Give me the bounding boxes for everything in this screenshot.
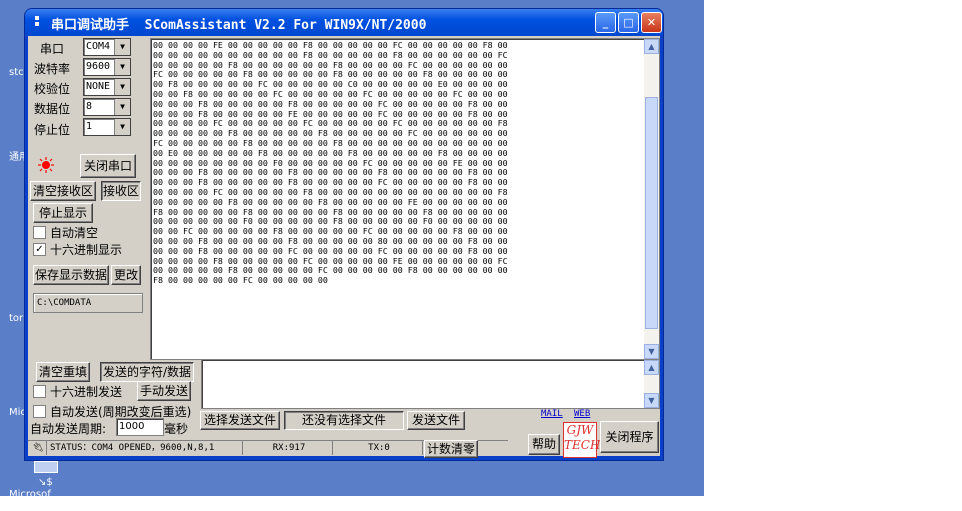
stopbits-label: 停止位: [34, 123, 71, 137]
help-button[interactable]: 帮助: [528, 434, 560, 455]
send-file-button[interactable]: 发送文件: [407, 411, 465, 430]
recv-area-button[interactable]: 接收区: [101, 181, 141, 201]
auto-clear-checkbox[interactable]: [33, 226, 46, 239]
scroll-up-icon[interactable]: ▲: [644, 360, 659, 375]
gjw-tech-logo: GJW TECH: [563, 422, 600, 458]
baud-label: 波特率: [34, 62, 71, 76]
scroll-down-icon[interactable]: ▼: [644, 344, 659, 359]
chevron-down-icon[interactable]: ▼: [114, 59, 130, 75]
mail-link[interactable]: MAIL: [541, 409, 563, 419]
auto-period-label: 自动发送周期:: [30, 422, 107, 436]
port-select[interactable]: COM4 ▼: [83, 38, 131, 56]
auto-period-input[interactable]: 1000: [116, 418, 164, 436]
web-link[interactable]: WEB: [574, 409, 590, 419]
select-file-button[interactable]: 选择发送文件: [200, 411, 280, 430]
desktop-icon-label[interactable]: Microsof: [9, 489, 51, 500]
port-label: 串口: [40, 42, 65, 56]
hex-display-checkbox[interactable]: ✓: [33, 243, 46, 256]
tx-count: TX:0: [336, 441, 423, 455]
receive-area[interactable]: 00 00 00 00 FE 00 00 00 00 00 F8 00 00 0…: [150, 38, 660, 360]
scroll-thumb[interactable]: [645, 97, 658, 329]
chevron-down-icon[interactable]: ▼: [114, 39, 130, 55]
databits-value: 8: [86, 101, 93, 112]
send-chars-button[interactable]: 发送的字符/数据: [100, 362, 194, 382]
status-text: STATUS：COM4 OPENED，9600,N,8,1: [50, 441, 243, 455]
parity-select[interactable]: NONE ▼: [83, 78, 131, 96]
send-input[interactable]: ▲ ▼: [201, 359, 660, 409]
hex-display-label: 十六进制显示: [50, 243, 123, 257]
app-icon: [33, 15, 41, 30]
change-path-button[interactable]: 更改: [111, 265, 141, 285]
selected-file-label: 还没有选择文件: [284, 411, 404, 430]
clear-recv-button[interactable]: 清空接收区: [30, 181, 96, 201]
app-window: 串口调试助手 SComAssistant V2.2 For WIN9X/NT/2…: [25, 9, 663, 460]
maximize-button[interactable]: □: [618, 12, 639, 33]
status-plug-icon: 🔌︎: [30, 441, 47, 455]
shortcut-arrow-icon: ↘$: [38, 477, 53, 488]
scroll-up-icon[interactable]: ▲: [644, 39, 659, 54]
chevron-down-icon[interactable]: ▼: [114, 79, 130, 95]
auto-send-checkbox[interactable]: [33, 405, 46, 418]
count-clear-button[interactable]: 计数清零: [424, 440, 478, 458]
port-status-led-icon: [38, 157, 54, 173]
scroll-down-icon[interactable]: ▼: [644, 393, 659, 408]
receive-scrollbar[interactable]: ▲ ▼: [644, 39, 659, 359]
window-title: 串口调试助手 SComAssistant V2.2 For WIN9X/NT/2…: [51, 18, 427, 33]
desktop-icon-label[interactable]: Mic: [9, 407, 26, 418]
save-display-button[interactable]: 保存显示数据: [33, 265, 109, 285]
baud-select[interactable]: 9600 ▼: [83, 58, 131, 76]
hex-send-label: 十六进制发送: [50, 385, 123, 399]
desktop-icon-label[interactable]: stc: [9, 67, 24, 78]
minimize-button[interactable]: _: [595, 12, 616, 33]
close-button[interactable]: ✕: [641, 12, 662, 33]
rx-count: RX:917: [246, 441, 333, 455]
receive-text: 00 00 00 00 FE 00 00 00 00 00 F8 00 00 0…: [153, 40, 508, 286]
receive-line: F8 00 00 00 00 00 FC 00 00 00 00 00: [153, 275, 328, 286]
send-scrollbar[interactable]: ▲ ▼: [644, 360, 659, 408]
client-area: 串口 COM4 ▼ 波特率 9600 ▼ 校验位 NONE ▼ 数据位 8 ▼ 停止位 …: [28, 36, 660, 458]
parity-value: NONE: [86, 81, 111, 92]
hex-send-checkbox[interactable]: [33, 385, 46, 398]
port-value: COM4: [86, 41, 111, 52]
close-program-button[interactable]: 关闭程序: [600, 421, 659, 453]
close-port-button[interactable]: 关闭串口: [80, 154, 136, 178]
baud-value: 9600: [86, 61, 111, 72]
clear-refill-button[interactable]: 清空重填: [36, 362, 90, 382]
title-bar[interactable]: 串口调试助手 SComAssistant V2.2 For WIN9X/NT/2…: [25, 9, 663, 36]
save-path-field: C:\COMDATA: [33, 293, 143, 313]
desktop-icon-label[interactable]: tor: [9, 313, 23, 324]
stop-display-button[interactable]: 停止显示: [33, 203, 93, 223]
databits-select[interactable]: 8 ▼: [83, 98, 131, 116]
chevron-down-icon[interactable]: ▼: [114, 119, 130, 135]
desktop-file-icon[interactable]: [34, 461, 58, 473]
ms-label: 毫秒: [164, 422, 189, 436]
databits-label: 数据位: [34, 102, 71, 116]
parity-label: 校验位: [34, 82, 71, 96]
manual-send-button[interactable]: 手动发送: [137, 381, 191, 401]
auto-clear-label: 自动清空: [50, 226, 99, 240]
stopbits-value: 1: [86, 121, 93, 132]
stopbits-select[interactable]: 1 ▼: [83, 118, 131, 136]
chevron-down-icon[interactable]: ▼: [114, 99, 130, 115]
